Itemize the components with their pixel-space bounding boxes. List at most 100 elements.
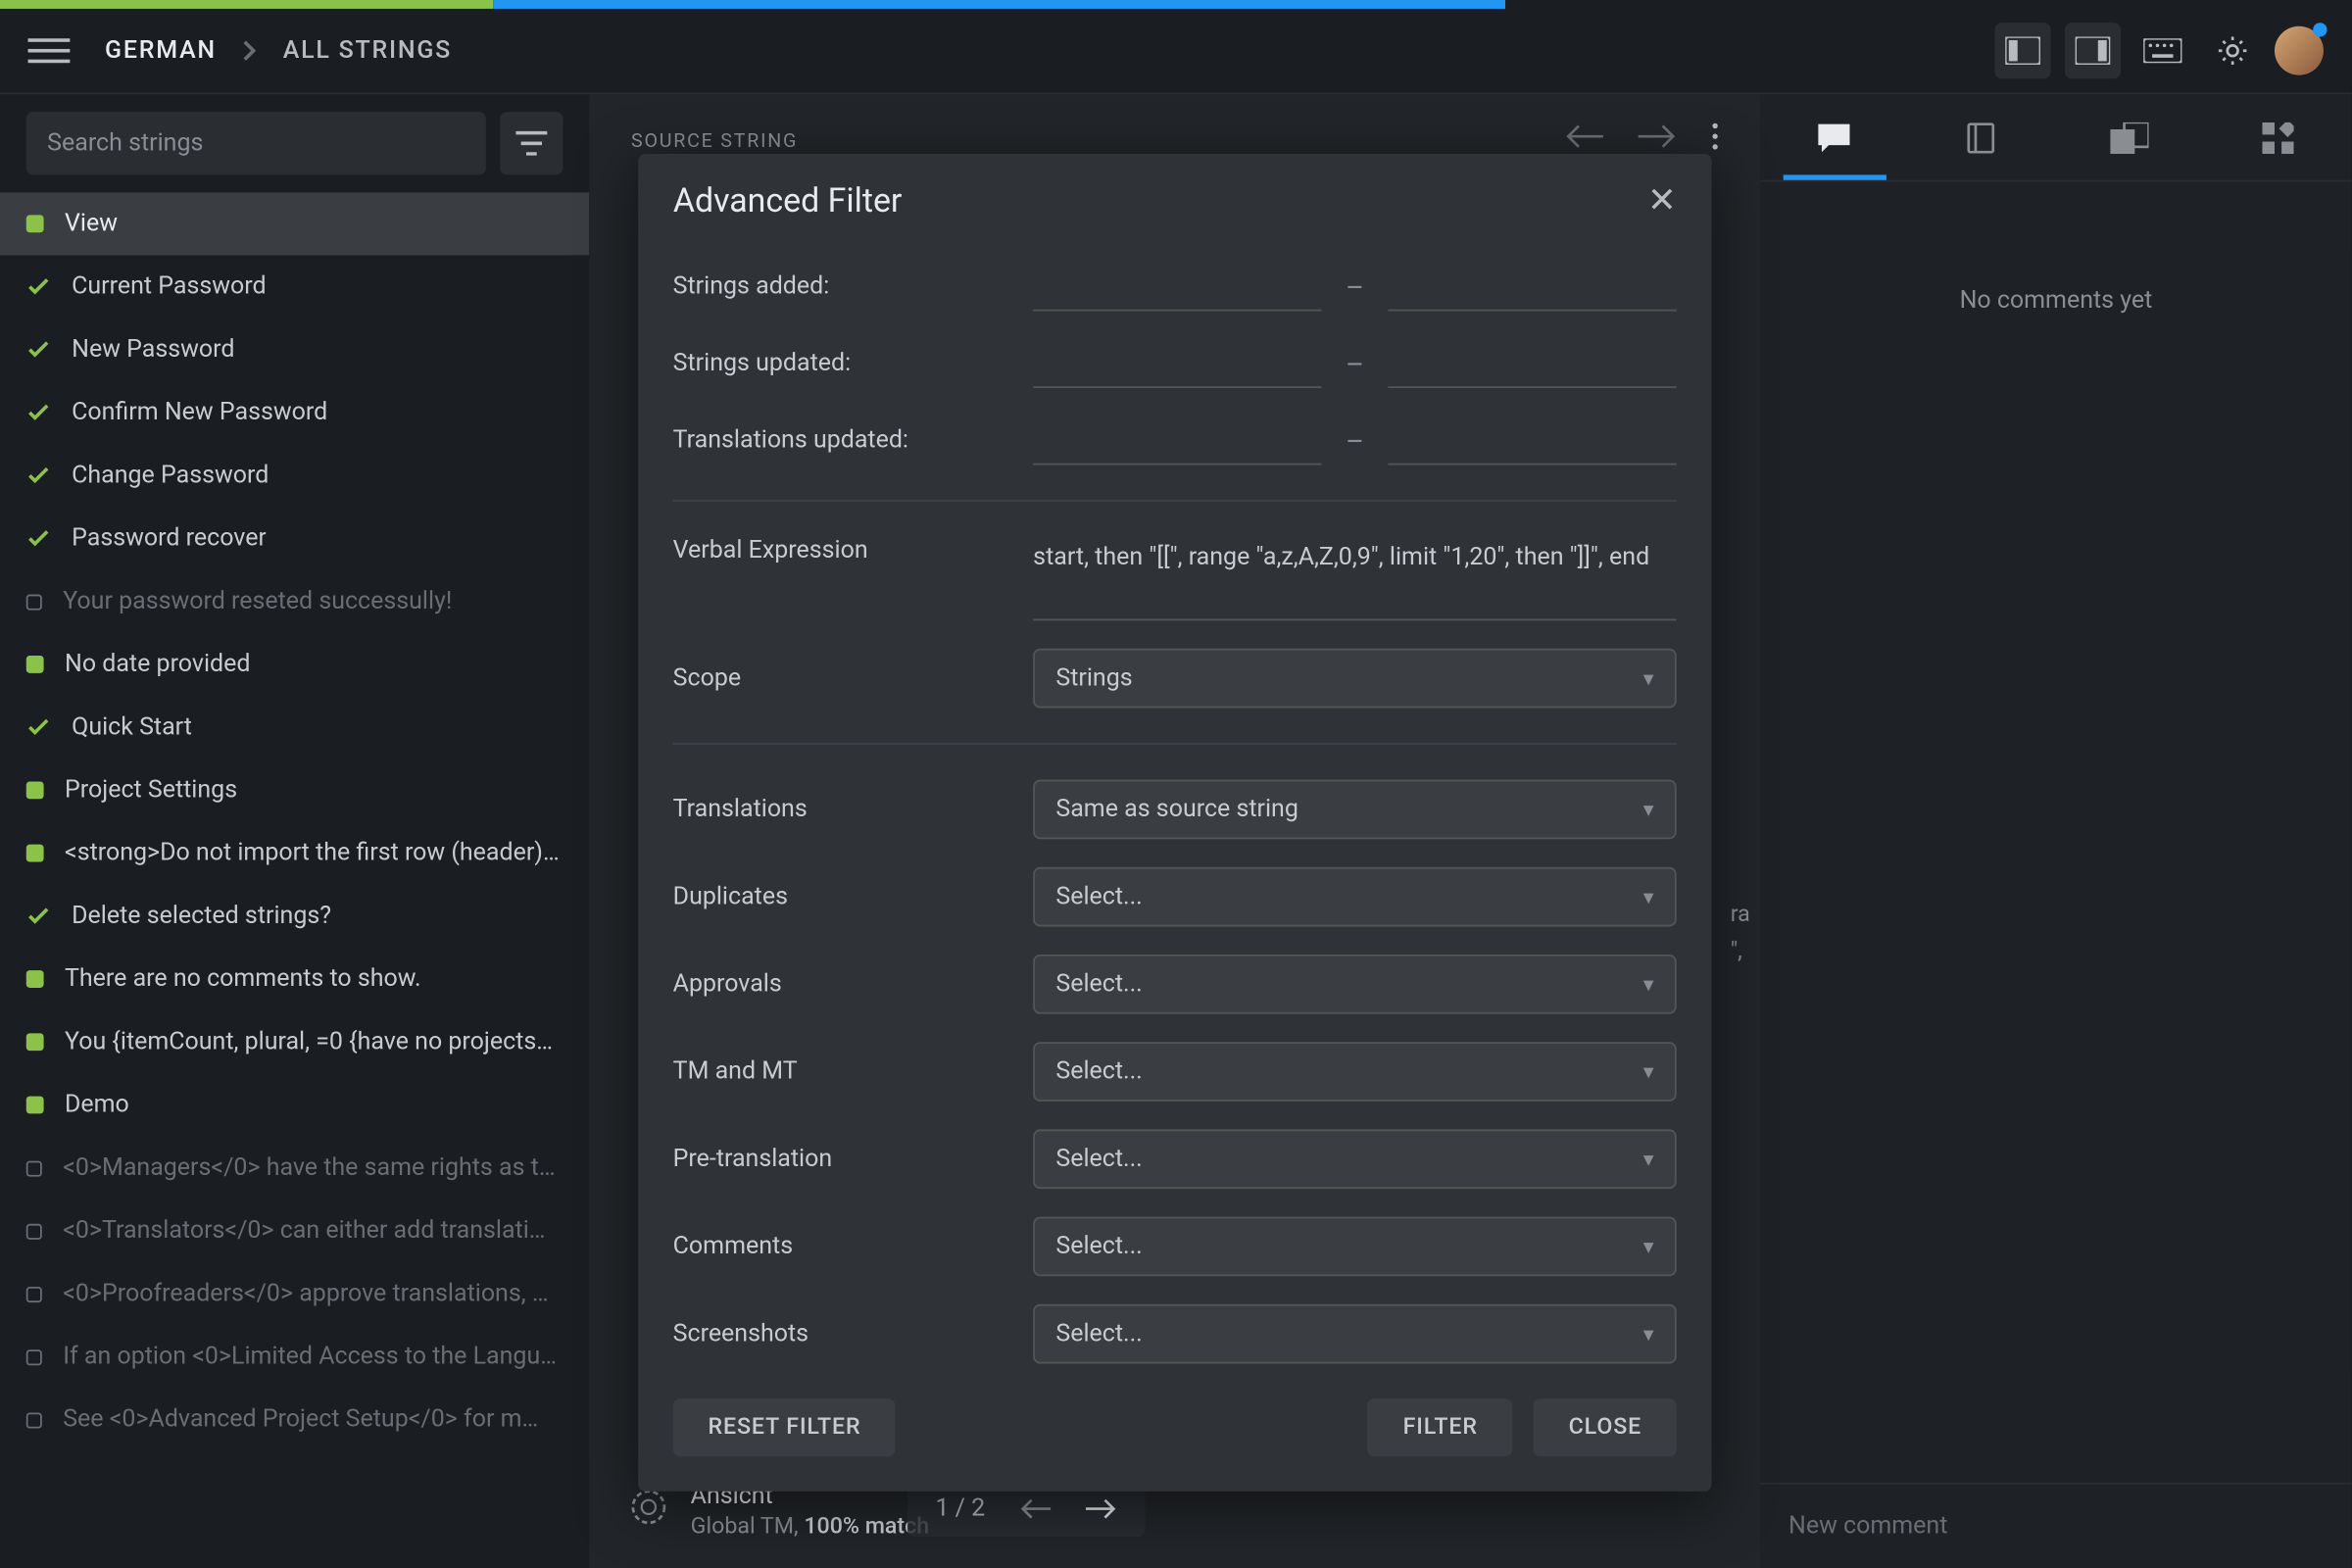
list-item-label: Change Password xyxy=(72,462,269,490)
list-item[interactable]: Demo xyxy=(0,1073,589,1136)
status-dot-icon xyxy=(26,1097,44,1114)
list-item[interactable]: Change Password xyxy=(0,444,589,507)
reset-filter-button[interactable]: RESET FILTER xyxy=(673,1398,896,1456)
translations-select[interactable]: Same as source string▾ xyxy=(1033,780,1677,840)
list-item[interactable]: <0>Translators</0> can either add transl… xyxy=(0,1200,589,1262)
next-string-icon[interactable] xyxy=(1639,124,1677,149)
status-dot-icon xyxy=(26,781,44,799)
tm-mt-select[interactable]: Select...▾ xyxy=(1033,1042,1677,1102)
tab-glossary[interactable] xyxy=(1908,94,2056,179)
strings-sidebar: View Current PasswordNew PasswordConfirm … xyxy=(0,94,589,1568)
partial-text: ra", xyxy=(1731,899,1750,971)
status-box-icon xyxy=(26,1348,42,1364)
label-screenshots: Screenshots xyxy=(673,1320,1005,1348)
status-dot-icon xyxy=(26,215,44,232)
strings-updated-from[interactable] xyxy=(1033,339,1321,388)
loading-progress-bar xyxy=(0,0,2351,9)
list-item[interactable]: <0>Managers</0> have the same rights as … xyxy=(0,1137,589,1200)
label-duplicates: Duplicates xyxy=(673,883,1005,911)
status-box-icon xyxy=(26,594,42,610)
status-dot-icon xyxy=(26,970,44,988)
list-item[interactable]: No date provided xyxy=(0,633,589,696)
breadcrumb-section[interactable]: ALL STRINGS xyxy=(283,36,452,65)
list-item[interactable]: Confirm New Password xyxy=(0,381,589,444)
list-item[interactable]: Project Settings xyxy=(0,759,589,821)
tab-comments[interactable] xyxy=(1760,94,1908,179)
duplicates-select[interactable]: Select...▾ xyxy=(1033,867,1677,927)
close-button[interactable]: CLOSE xyxy=(1534,1398,1677,1456)
list-item[interactable]: Delete selected strings? xyxy=(0,885,589,948)
list-item[interactable]: Password recover xyxy=(0,507,589,569)
tab-apps[interactable] xyxy=(2204,94,2352,179)
more-icon[interactable] xyxy=(1712,122,1719,151)
check-icon xyxy=(26,715,51,740)
list-item[interactable]: Quick Start xyxy=(0,696,589,759)
list-item[interactable]: There are no comments to show. xyxy=(0,948,589,1010)
list-item[interactable]: Current Password xyxy=(0,255,589,318)
strings-added-from[interactable] xyxy=(1033,263,1321,312)
strings-updated-to[interactable] xyxy=(1389,339,1677,388)
label-strings-added: Strings added: xyxy=(673,272,1005,301)
scope-select[interactable]: Strings▾ xyxy=(1033,649,1677,709)
label-approvals: Approvals xyxy=(673,970,1005,999)
list-item[interactable]: New Password xyxy=(0,318,589,381)
gear-icon[interactable] xyxy=(2205,23,2261,78)
chevron-right-icon xyxy=(241,40,259,61)
check-icon xyxy=(26,526,51,551)
list-item[interactable]: If an option <0>Limited Access to the La… xyxy=(0,1325,589,1388)
list-item-label: Delete selected strings? xyxy=(72,903,331,931)
advanced-filter-modal: Advanced Filter ✕ Strings added: – Strin… xyxy=(638,154,1711,1492)
check-icon xyxy=(26,274,51,299)
label-translations: Translations xyxy=(673,796,1005,824)
list-item-label: Demo xyxy=(65,1091,129,1119)
new-comment-input[interactable]: New comment xyxy=(1788,1512,2324,1541)
status-dot-icon xyxy=(26,845,44,862)
string-list: View Current PasswordNew PasswordConfirm … xyxy=(0,192,589,1568)
screenshots-select[interactable]: Select...▾ xyxy=(1033,1304,1677,1364)
trans-updated-to[interactable] xyxy=(1389,416,1677,466)
right-panel: No comments yet New comment xyxy=(1760,94,2351,1568)
list-item[interactable]: <strong>Do not import the first row (hea… xyxy=(0,821,589,884)
trans-updated-from[interactable] xyxy=(1033,416,1321,466)
search-input[interactable] xyxy=(26,112,486,174)
comments-select[interactable]: Select...▾ xyxy=(1033,1217,1677,1277)
app-header: GERMAN ALL STRINGS xyxy=(0,9,2351,94)
close-icon[interactable]: ✕ xyxy=(1647,178,1677,220)
pager-prev-icon[interactable] xyxy=(1020,1498,1052,1519)
list-item-label: Quick Start xyxy=(72,713,192,742)
source-string-label: SOURCE STRING xyxy=(631,129,1719,152)
label-tm-mt: TM and MT xyxy=(673,1057,1005,1086)
label-verbal-expression: Verbal Expression xyxy=(673,537,1005,565)
layout-panel-right-icon[interactable] xyxy=(2065,23,2121,78)
filter-button[interactable]: FILTER xyxy=(1368,1398,1513,1456)
prev-string-icon[interactable] xyxy=(1565,124,1603,149)
list-item[interactable]: See <0>Advanced Project Setup</0> for m… xyxy=(0,1388,589,1450)
layout-panel-left-icon[interactable] xyxy=(1995,23,2051,78)
pretranslation-select[interactable]: Select...▾ xyxy=(1033,1129,1677,1189)
list-item[interactable]: You {itemCount, plural, =0 {have no proj… xyxy=(0,1010,589,1073)
list-item[interactable]: <0>Proofreaders</0> approve translations… xyxy=(0,1262,589,1325)
comments-empty: No comments yet xyxy=(1760,182,2351,1483)
status-dot-icon xyxy=(26,656,44,673)
pager-next-icon[interactable] xyxy=(1087,1498,1118,1519)
approvals-select[interactable]: Select...▾ xyxy=(1033,955,1677,1014)
list-item-label: If an option <0>Limited Access to the La… xyxy=(63,1343,557,1371)
verbal-expression-input[interactable] xyxy=(1033,537,1677,621)
list-item-label: <strong>Do not import the first row (hea… xyxy=(65,839,560,867)
breadcrumb-language[interactable]: GERMAN xyxy=(105,36,217,65)
list-item-label: View xyxy=(65,210,118,238)
pager-text: 1 / 2 xyxy=(935,1494,985,1523)
label-pretranslation: Pre-translation xyxy=(673,1146,1005,1174)
list-item[interactable]: View xyxy=(0,192,589,255)
keyboard-icon[interactable] xyxy=(2134,23,2190,78)
tm-subtitle: Global TM, 100% match xyxy=(691,1514,929,1541)
strings-added-to[interactable] xyxy=(1389,263,1677,312)
filter-button[interactable] xyxy=(500,112,563,174)
label-translations-updated: Translations updated: xyxy=(673,426,1005,455)
list-item[interactable]: Your password reseted successully! xyxy=(0,570,589,633)
menu-icon[interactable] xyxy=(28,29,71,72)
tab-tm[interactable] xyxy=(2056,94,2204,179)
check-icon xyxy=(26,904,51,928)
list-item-label: See <0>Advanced Project Setup</0> for m… xyxy=(63,1405,538,1434)
avatar[interactable] xyxy=(2275,26,2324,75)
